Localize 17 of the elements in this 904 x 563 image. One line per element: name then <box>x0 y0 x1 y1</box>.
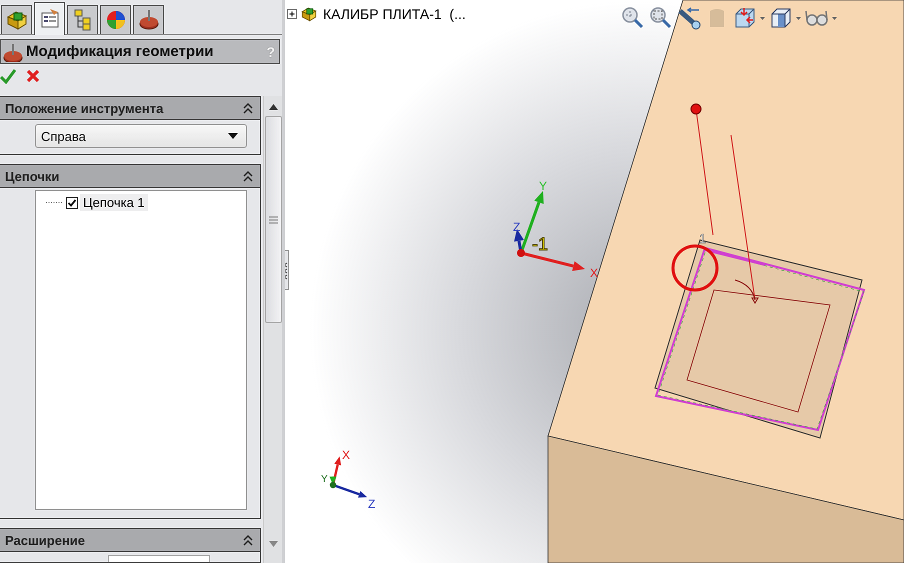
axis-label: Z <box>368 497 376 511</box>
section-title: Цепочки <box>5 168 60 184</box>
axis-label: Y <box>321 474 328 485</box>
section-title: Положение инструмента <box>5 100 164 116</box>
section-header[interactable]: Расширение <box>0 529 260 552</box>
coordinate-system-label: -1 <box>532 234 548 254</box>
axis-label: X <box>342 448 350 462</box>
tool-position-dropdown[interactable]: Справа <box>35 124 247 148</box>
axis-label: X <box>590 266 598 280</box>
panel-title: Модификация геометрии <box>26 43 215 60</box>
axis-label: Y <box>539 179 548 193</box>
section-header[interactable]: Положение инструмента <box>0 97 260 120</box>
section-header[interactable]: Цепочки <box>0 165 260 188</box>
axis-label: Z <box>513 220 520 234</box>
section-title: Расширение <box>5 532 86 548</box>
chain-item[interactable]: Цепочка 1 <box>80 194 148 211</box>
part-name[interactable]: КАЛИБР ПЛИТА-1 (... <box>323 6 466 22</box>
